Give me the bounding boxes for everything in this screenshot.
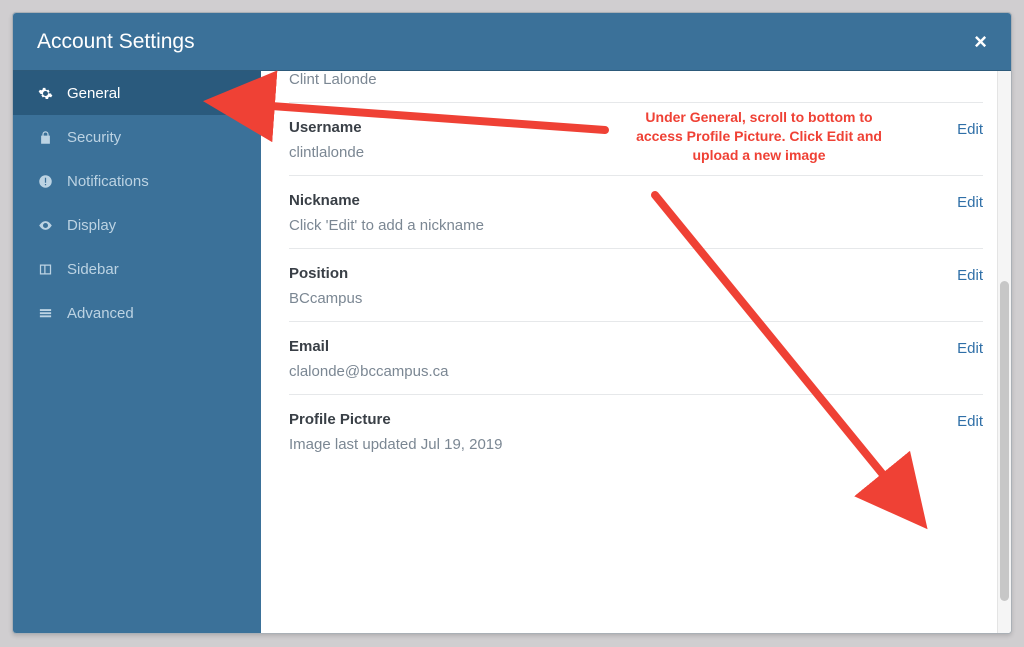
sidebar: General Security Notifications Display [13,71,261,633]
section-value: clalonde@bccampus.ca [289,363,957,380]
close-icon[interactable]: × [974,31,987,53]
section-value: Click 'Edit' to add a nickname [289,217,957,234]
edit-position-link[interactable]: Edit [957,265,983,284]
sidebar-item-label: Display [67,217,116,234]
section-position: Position BCcampus Edit [289,248,983,321]
scrollbar[interactable] [997,71,1011,633]
fullname-value: Clint Lalonde [289,71,983,102]
section-label: Profile Picture [289,411,957,428]
gear-icon [35,86,55,101]
section-label: Nickname [289,192,957,209]
list-icon [35,306,55,321]
section-label: Email [289,338,957,355]
columns-icon [35,262,55,277]
section-username: Username clintlalonde Edit [289,102,983,175]
sidebar-item-label: Notifications [67,173,149,190]
modal-title: Account Settings [37,30,195,54]
section-value: Image last updated Jul 19, 2019 [289,436,957,453]
section-label: Username [289,119,957,136]
section-value: clintlalonde [289,144,957,161]
sidebar-item-label: Security [67,129,121,146]
edit-username-link[interactable]: Edit [957,119,983,138]
sidebar-item-label: General [67,85,120,102]
lock-icon [35,130,55,145]
sidebar-item-sidebar[interactable]: Sidebar [13,247,261,291]
sidebar-item-display[interactable]: Display [13,203,261,247]
modal-header: Account Settings × [13,13,1011,71]
sidebar-item-label: Advanced [67,305,134,322]
sidebar-item-notifications[interactable]: Notifications [13,159,261,203]
alert-icon [35,174,55,189]
edit-email-link[interactable]: Edit [957,338,983,357]
section-profile-picture: Profile Picture Image last updated Jul 1… [289,394,983,467]
section-email: Email clalonde@bccampus.ca Edit [289,321,983,394]
sidebar-item-general[interactable]: General [13,71,261,115]
sidebar-item-advanced[interactable]: Advanced [13,291,261,335]
sidebar-item-security[interactable]: Security [13,115,261,159]
modal-body: General Security Notifications Display [13,71,1011,633]
scrollbar-thumb[interactable] [1000,281,1009,601]
section-nickname: Nickname Click 'Edit' to add a nickname … [289,175,983,248]
eye-icon [35,218,55,233]
edit-profile-picture-link[interactable]: Edit [957,411,983,430]
settings-content[interactable]: Clint Lalonde Username clintlalonde Edit… [261,71,1011,633]
section-value: BCcampus [289,290,957,307]
sidebar-item-label: Sidebar [67,261,119,278]
edit-nickname-link[interactable]: Edit [957,192,983,211]
section-label: Position [289,265,957,282]
account-settings-modal: Account Settings × General Security [12,12,1012,634]
